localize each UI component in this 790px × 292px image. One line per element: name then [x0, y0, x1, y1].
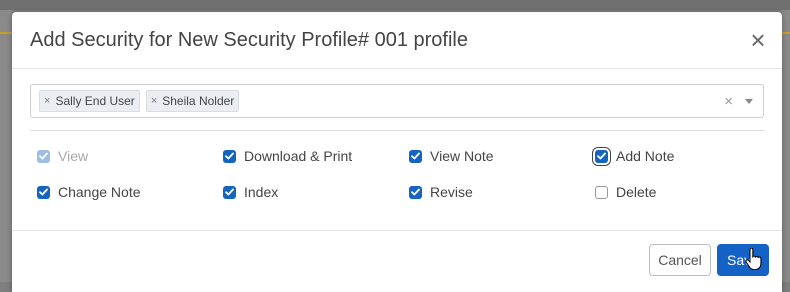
checkbox[interactable]: [223, 185, 236, 199]
checkmark-icon: [39, 188, 48, 196]
close-icon: ×: [750, 25, 766, 55]
permissions-grid: View Download & Print View Note Add Note Cha…: [30, 131, 764, 200]
footer-divider: [12, 230, 782, 231]
clear-selection-icon[interactable]: ×: [724, 93, 733, 110]
multiselect-controls: ×: [724, 85, 753, 117]
checkbox[interactable]: [409, 149, 422, 163]
permission-label: Download & Print: [244, 148, 353, 164]
checkmark-icon: [411, 152, 420, 160]
permission-label: Change Note: [58, 184, 141, 200]
permission-delete[interactable]: Delete: [595, 184, 781, 200]
permission-label: Revise: [430, 184, 473, 200]
tag-label: Sally End User: [55, 94, 135, 108]
checkmark-icon: [225, 152, 234, 160]
cancel-button[interactable]: Cancel: [649, 244, 711, 276]
permission-index[interactable]: Index: [223, 184, 409, 200]
user-multiselect[interactable]: × Sally End User × Sheila Nolder ×: [30, 84, 764, 118]
remove-tag-icon[interactable]: ×: [44, 95, 50, 107]
permission-change-note[interactable]: Change Note: [37, 184, 223, 200]
permission-label: Add Note: [616, 148, 675, 164]
background-accent: [0, 32, 12, 34]
permission-view: View: [37, 148, 223, 164]
checkbox[interactable]: [37, 185, 50, 199]
permission-revise[interactable]: Revise: [409, 184, 595, 200]
permission-view-note[interactable]: View Note: [409, 148, 595, 164]
checkmark-icon: [225, 188, 234, 196]
checkmark-icon: [411, 188, 420, 196]
background-page-right: [782, 10, 790, 282]
checkmark-icon: [597, 152, 606, 160]
background-page: [0, 0, 790, 10]
checkmark-icon: [39, 152, 48, 160]
dialog-header: Add Security for New Security Profile# 0…: [12, 12, 782, 69]
chevron-down-icon[interactable]: [745, 98, 753, 104]
permission-download-print[interactable]: Download & Print: [223, 148, 409, 164]
selected-user-tag: × Sally End User: [39, 90, 140, 112]
selected-user-tag: × Sheila Nolder: [145, 90, 240, 112]
permission-add-note[interactable]: Add Note: [595, 148, 781, 164]
checkbox[interactable]: [409, 185, 422, 199]
permission-label: Delete: [616, 184, 657, 200]
checkbox: [37, 149, 50, 163]
permission-label: View Note: [430, 148, 494, 164]
checkbox[interactable]: [595, 185, 608, 199]
checkbox[interactable]: [223, 149, 236, 163]
hand-pointer-icon: [745, 248, 762, 270]
permission-label: View: [58, 148, 89, 164]
background-page-left: [0, 10, 12, 282]
permission-label: Index: [244, 184, 279, 200]
checkbox[interactable]: [595, 149, 608, 163]
add-security-dialog: Add Security for New Security Profile# 0…: [12, 12, 782, 292]
close-button[interactable]: ×: [746, 25, 770, 55]
dialog-body: × Sally End User × Sheila Nolder × View D…: [12, 69, 782, 200]
tag-label: Sheila Nolder: [162, 94, 235, 108]
dialog-title: Add Security for New Security Profile# 0…: [30, 28, 468, 51]
remove-tag-icon[interactable]: ×: [151, 95, 157, 107]
